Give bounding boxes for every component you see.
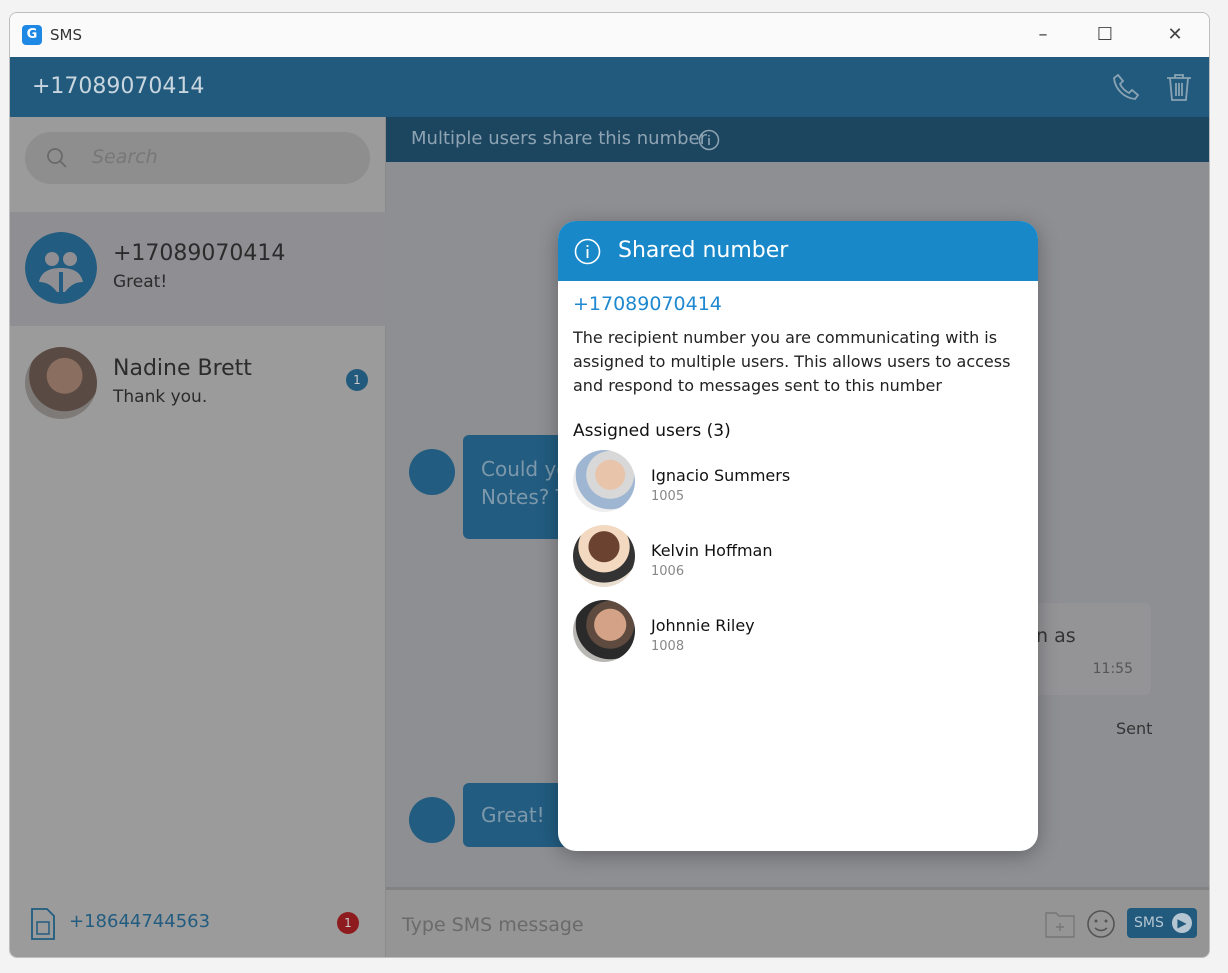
search-input[interactable]: Search <box>25 132 370 184</box>
account-badge: 1 <box>337 912 359 934</box>
user-avatar <box>573 450 635 512</box>
conversation-header: +17089070414 <box>10 57 1209 117</box>
info-icon[interactable] <box>698 129 720 151</box>
message-status: Sent <box>1116 719 1153 738</box>
unread-badge: 1 <box>346 369 368 391</box>
user-extension: 1005 <box>651 489 685 504</box>
search-icon <box>47 148 67 168</box>
group-avatar-icon <box>25 232 97 304</box>
phone-icon[interactable] <box>1110 71 1142 103</box>
app-logo-icon: G <box>22 25 42 45</box>
maximize-button[interactable]: ☐ <box>1082 21 1128 49</box>
conversation-name: +17089070414 <box>113 241 286 266</box>
assigned-users-label: Assigned users (3) <box>573 421 731 441</box>
info-icon <box>574 238 601 265</box>
message-bubble-sent: n as 11:55 <box>1026 603 1151 695</box>
send-arrow-icon: ▶ <box>1172 913 1192 933</box>
assigned-user: Johnnie Riley 1008 <box>573 600 1013 664</box>
title-bar: G SMS – ☐ ✕ <box>10 13 1209 57</box>
contact-avatar <box>25 347 97 419</box>
user-avatar <box>573 600 635 662</box>
shared-number-banner[interactable]: Multiple users share this number <box>386 117 1209 162</box>
emoji-icon[interactable] <box>1086 909 1116 939</box>
sim-card-icon <box>31 908 55 940</box>
shared-number-dialog: Shared number +17089070414 The recipient… <box>558 221 1038 851</box>
sidebar: Search +17089070414 Great! Nadine Brett … <box>10 117 386 957</box>
header-number: +17089070414 <box>32 74 205 99</box>
conversation-last-message: Thank you. <box>113 387 208 407</box>
window-title: SMS <box>50 26 82 44</box>
shared-number: +17089070414 <box>573 293 722 315</box>
sender-avatar-icon <box>409 797 455 843</box>
message-input[interactable]: Type SMS message <box>402 914 584 936</box>
message-time: 11:55 <box>1092 661 1133 677</box>
search-placeholder: Search <box>92 146 158 168</box>
assigned-user: Kelvin Hoffman 1006 <box>573 525 1013 589</box>
message-composer: Type SMS message SMS ▶ <box>386 887 1209 957</box>
account-number: +18644744563 <box>69 911 211 932</box>
close-button[interactable]: ✕ <box>1152 21 1198 49</box>
conversation-name: Nadine Brett <box>113 356 252 381</box>
dialog-header: Shared number <box>558 221 1038 281</box>
assigned-user: Ignacio Summers 1005 <box>573 450 1013 514</box>
sender-avatar-icon <box>409 449 455 495</box>
conversation-item[interactable]: Nadine Brett Thank you. 1 <box>10 327 386 441</box>
dialog-description: The recipient number you are communicati… <box>573 328 1011 395</box>
account-footer[interactable]: +18644744563 1 <box>10 887 386 957</box>
user-name: Kelvin Hoffman <box>651 541 773 560</box>
banner-text: Multiple users share this number <box>411 128 708 149</box>
dialog-title: Shared number <box>618 238 789 263</box>
conversation-last-message: Great! <box>113 272 168 292</box>
minimize-button[interactable]: – <box>1020 21 1066 49</box>
conversation-item[interactable]: +17089070414 Great! <box>10 212 386 326</box>
message-text: n as <box>1036 625 1076 647</box>
trash-icon[interactable] <box>1163 71 1195 103</box>
send-sms-button[interactable]: SMS ▶ <box>1127 908 1197 938</box>
user-avatar <box>573 525 635 587</box>
user-name: Ignacio Summers <box>651 466 791 485</box>
user-extension: 1006 <box>651 564 685 579</box>
user-name: Johnnie Riley <box>651 616 755 635</box>
user-extension: 1008 <box>651 639 685 654</box>
attach-folder-icon[interactable] <box>1044 909 1076 939</box>
